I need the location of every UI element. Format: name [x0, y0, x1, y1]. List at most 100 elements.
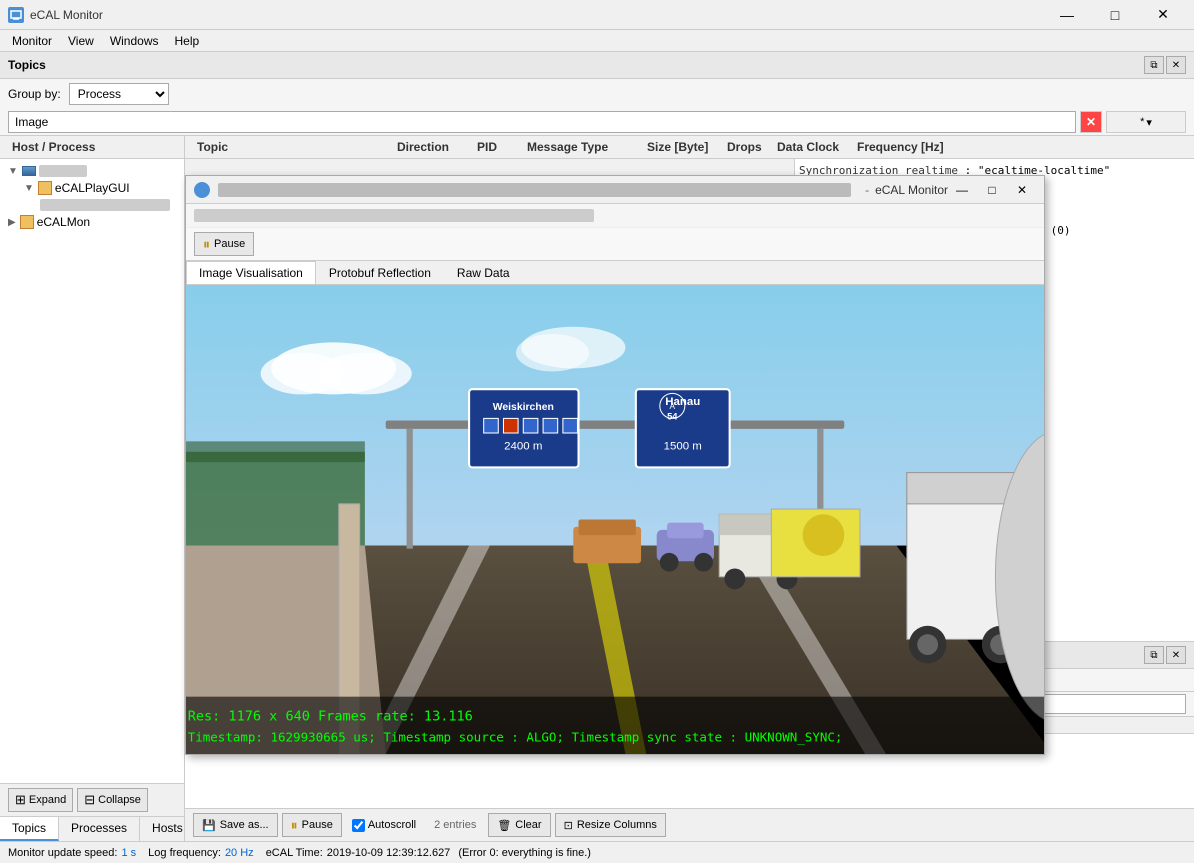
host-icon: [22, 166, 36, 176]
save-icon: 💾: [202, 819, 216, 832]
update-speed-value[interactable]: 1 s: [121, 847, 136, 859]
app-process-icon: [38, 181, 52, 195]
autoscroll-label[interactable]: Autoscroll: [352, 819, 416, 832]
app-label-playergui: eCALPlayGUI: [55, 181, 130, 195]
th-dataclock: Data Clock: [773, 138, 853, 156]
modal-title-separator: -: [865, 183, 869, 197]
topics-panel-title-area: Topics: [8, 58, 46, 72]
close-button[interactable]: ✕: [1140, 0, 1186, 30]
menu-monitor[interactable]: Monitor: [4, 32, 60, 50]
modal-title: eCAL Monitor: [875, 183, 948, 197]
search-clear-button[interactable]: ✕: [1080, 111, 1102, 133]
modal-tabs: Image Visualisation Protobuf Reflection …: [186, 261, 1044, 285]
minimize-button[interactable]: —: [1044, 0, 1090, 30]
modal-close-button[interactable]: ✕: [1008, 178, 1036, 202]
expand-icon: ⊞: [15, 792, 26, 808]
expand-button[interactable]: ⊞ Expand: [8, 788, 73, 812]
topics-panel: Topics ⧉ ✕ Group by: Process Host Topic …: [0, 52, 1194, 136]
menu-help[interactable]: Help: [167, 32, 208, 50]
tree-topic-item-1[interactable]: topic item: [0, 197, 184, 213]
modal-maximize-button[interactable]: □: [978, 178, 1006, 202]
clear-button[interactable]: 🗑 Clear: [488, 813, 550, 837]
tree-arrow-down2: ▼: [24, 183, 34, 194]
modal-controls: — □ ✕: [948, 178, 1036, 202]
th-size: Size [Byte]: [643, 138, 723, 156]
topics-panel-undock[interactable]: ⧉: [1144, 56, 1164, 74]
maximize-button[interactable]: □: [1092, 0, 1138, 30]
title-bar: eCAL Monitor — □ ✕: [0, 0, 1194, 30]
th-drops: Drops: [723, 138, 773, 156]
image-visualization: Weiskirchen 2400 m A 54 Hanau 1500 m: [186, 285, 1044, 754]
search-row: ✕ * ▾: [0, 109, 1194, 135]
menu-view[interactable]: View: [60, 32, 102, 50]
th-msgtype: Message Type: [523, 138, 643, 156]
collapse-label: Collapse: [98, 794, 141, 806]
modal-minimize-button[interactable]: —: [948, 178, 976, 202]
topics-panel-controls: ⧉ ✕: [1144, 56, 1186, 74]
entries-count: 2 entries: [434, 819, 476, 831]
log-panel-controls: ⧉ ✕: [1144, 646, 1186, 664]
save-as-button[interactable]: 💾 Save as...: [193, 813, 278, 837]
update-speed-label: Monitor update speed:: [8, 847, 117, 859]
tree-app-item-playergui[interactable]: ▼ eCALPlayGUI: [0, 179, 184, 197]
modal-title-bar: - eCAL Monitor — □ ✕: [186, 176, 1044, 204]
log-freq-value[interactable]: 20 Hz: [225, 847, 254, 859]
modal-tab-raw[interactable]: Raw Data: [444, 261, 523, 284]
bottom-tabs: Topics Processes Hosts: [0, 816, 184, 841]
log-pause-button[interactable]: ⏸ Pause: [282, 813, 342, 837]
svg-text:2400 m: 2400 m: [504, 441, 542, 453]
modal-tab-image[interactable]: Image Visualisation: [186, 261, 316, 284]
th-topic: Topic: [193, 138, 393, 156]
resize-columns-button[interactable]: ⊡ Resize Columns: [555, 813, 666, 837]
log-panel-close[interactable]: ✕: [1166, 646, 1186, 664]
svg-text:Hanau: Hanau: [665, 396, 700, 408]
th-pid: PID: [473, 138, 523, 156]
tree-app-item-ecalmon[interactable]: ▶ eCALMon: [0, 213, 184, 231]
tree-arrow-right: ▶: [8, 217, 16, 228]
search-input[interactable]: [8, 111, 1076, 133]
right-table-header: Topic Direction PID Message Type Size [B…: [185, 136, 1194, 159]
menu-windows[interactable]: Windows: [102, 32, 167, 50]
modal-pause-icon: ⏸: [203, 236, 210, 253]
expand-label: Expand: [29, 794, 66, 806]
group-by-label: Group by:: [8, 87, 61, 101]
topic-label-1: topic item: [40, 199, 170, 211]
autoscroll-checkbox[interactable]: [352, 819, 365, 832]
modal-topic-path: [218, 183, 851, 197]
highway-image: Weiskirchen 2400 m A 54 Hanau 1500 m: [186, 285, 1044, 754]
modal-title-icon: [194, 182, 210, 198]
svg-text:54: 54: [667, 411, 678, 421]
tab-topics[interactable]: Topics: [0, 817, 59, 841]
log-toolbar: 💾 Save as... ⏸ Pause Autoscroll 2 entrie…: [185, 808, 1194, 841]
modal-pause-label: Pause: [214, 238, 245, 250]
left-panel: Host / Process ▼ hostname ▼ eCALPlayGUI: [0, 136, 185, 841]
clear-label: Clear: [515, 819, 541, 831]
log-panel-undock[interactable]: ⧉: [1144, 646, 1164, 664]
modal-pause-button[interactable]: ⏸ Pause: [194, 232, 254, 256]
dropdown-icon: ▾: [1146, 116, 1152, 129]
trash-icon: 🗑: [497, 819, 511, 832]
collapse-icon: ⊟: [84, 792, 95, 808]
collapse-button[interactable]: ⊟ Collapse: [77, 788, 148, 812]
topics-panel-header: Topics ⧉ ✕: [0, 52, 1194, 79]
modal-topic-info-text: [194, 209, 594, 222]
app-process-icon-2: [20, 215, 34, 229]
resize-label: Resize Columns: [577, 819, 657, 831]
app-icon: [8, 7, 24, 23]
ecal-time-value: 2019-10-09 12:39:12.627: [327, 847, 451, 859]
group-by-select[interactable]: Process Host Topic: [69, 83, 169, 105]
tab-processes[interactable]: Processes: [59, 817, 140, 841]
modal-topic-info: [186, 204, 1044, 228]
topics-toolbar: ⊞ Expand ⊟ Collapse: [0, 783, 184, 816]
resize-icon: ⊡: [564, 819, 573, 832]
topics-panel-title: Topics: [8, 58, 46, 72]
tree-host-item[interactable]: ▼ hostname: [0, 163, 184, 179]
autoscroll-text: Autoscroll: [368, 819, 416, 831]
topics-panel-close[interactable]: ✕: [1166, 56, 1186, 74]
modal-tab-protobuf[interactable]: Protobuf Reflection: [316, 261, 444, 284]
svg-text:Weiskirchen: Weiskirchen: [493, 402, 554, 413]
modal-window[interactable]: - eCAL Monitor — □ ✕ ⏸ Pause Image Visua…: [185, 175, 1045, 755]
svg-text:1500 m: 1500 m: [664, 441, 702, 453]
search-dropdown-button[interactable]: * ▾: [1106, 111, 1186, 133]
save-label: Save as...: [220, 819, 269, 831]
